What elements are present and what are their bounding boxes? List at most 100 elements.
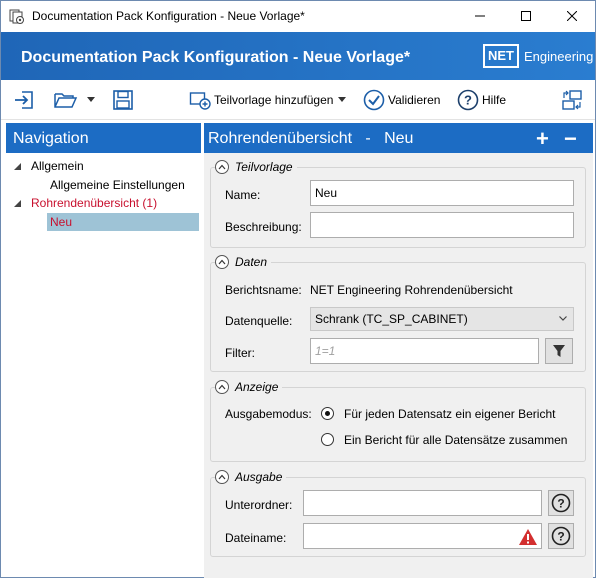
- app-icon: [9, 9, 25, 25]
- group-ausgabe: Ausgabe Unterordner: ? Dateiname: ?: [210, 469, 586, 557]
- close-icon: [567, 11, 577, 21]
- collapse-chevron-icon: [215, 160, 229, 174]
- expand-triangle-icon: [14, 163, 21, 170]
- check-circle-icon: [363, 89, 385, 111]
- report-name-label: Berichtsname:: [225, 283, 302, 297]
- group-title: Daten: [235, 255, 268, 269]
- tree-item-rohrendenuebersicht[interactable]: Rohrendenübersicht (1): [14, 194, 199, 212]
- main-header-title: Rohrendenübersicht - Neu: [208, 130, 414, 147]
- window-title: Documentation Pack Konfiguration - Neue …: [32, 9, 305, 23]
- net-engineering-logo: NET Engineering: [483, 42, 593, 70]
- tree-item-allgemein[interactable]: Allgemein: [14, 157, 199, 175]
- group-daten: Daten Berichtsname: NET Engineering Rohr…: [210, 254, 586, 372]
- svg-text:?: ?: [557, 530, 564, 544]
- output-mode-label: Ausgabemodus:: [225, 407, 312, 421]
- main-header: Rohrendenübersicht - Neu + −: [204, 123, 593, 153]
- radio-all-records[interactable]: [321, 433, 334, 446]
- validate-button[interactable]: Validieren: [363, 88, 440, 112]
- filter-button[interactable]: [545, 338, 573, 364]
- group-legend[interactable]: Daten: [215, 254, 272, 270]
- main-panel: Rohrendenübersicht - Neu + − Teilvorlage…: [204, 123, 593, 578]
- remove-button[interactable]: −: [564, 126, 577, 152]
- datasource-label: Datenquelle:: [225, 314, 293, 328]
- close-button[interactable]: [549, 1, 595, 31]
- help-icon: ?: [457, 89, 479, 111]
- add-subtemplate-label: Teilvorlage hinzufügen: [214, 93, 334, 107]
- warning-icon: [519, 529, 537, 545]
- navigation-panel: Navigation Allgemein Allgemeine Einstell…: [6, 123, 201, 574]
- title-bar: Documentation Pack Konfiguration - Neue …: [1, 1, 595, 31]
- maximize-icon: [521, 11, 531, 21]
- import-icon: [15, 91, 33, 109]
- add-button[interactable]: +: [536, 126, 549, 152]
- logo-engineering: Engineering: [524, 48, 594, 64]
- chevron-down-icon: [559, 316, 567, 321]
- filter-label: Filter:: [225, 346, 255, 360]
- radio-each-record[interactable]: [321, 407, 334, 420]
- logo-net: NET: [483, 44, 519, 68]
- tree-item-label: Allgemeine Einstellungen: [50, 178, 185, 192]
- name-label: Name:: [225, 188, 261, 202]
- help-icon: ?: [551, 493, 571, 513]
- tree-item-neu[interactable]: Neu: [47, 213, 199, 231]
- tree-item-general-settings[interactable]: Allgemeine Einstellungen: [14, 176, 199, 194]
- save-icon: [113, 90, 133, 110]
- radio-all-records-label[interactable]: Ein Bericht für alle Datensätze zusammen: [344, 433, 567, 447]
- group-teilvorlage: Teilvorlage Name: Neu Beschreibung:: [210, 159, 586, 248]
- expand-triangle-icon: [14, 200, 21, 207]
- tree-item-label: Neu: [50, 215, 73, 229]
- toolbar: Teilvorlage hinzufügen Validieren ? Hilf…: [1, 80, 595, 120]
- import-button[interactable]: [13, 88, 35, 112]
- save-button[interactable]: [112, 88, 134, 112]
- subfolder-help-button[interactable]: ?: [548, 490, 574, 516]
- folder-open-icon: [54, 93, 78, 108]
- validate-label: Validieren: [388, 93, 441, 107]
- group-title: Ausgabe: [235, 470, 283, 484]
- filter-icon: [553, 345, 565, 357]
- open-dropdown-button[interactable]: [87, 88, 95, 112]
- description-label: Beschreibung:: [225, 220, 302, 234]
- svg-text:?: ?: [464, 93, 472, 108]
- filename-label: Dateiname:: [225, 531, 287, 545]
- tree-item-label: Allgemein: [31, 159, 84, 173]
- chevron-down-icon: [87, 97, 95, 102]
- swap-icon: [562, 90, 582, 110]
- tree-item-label: Rohrendenübersicht (1): [31, 196, 158, 210]
- banner-title: Documentation Pack Konfiguration - Neue …: [21, 49, 411, 66]
- radio-each-record-label[interactable]: Für jeden Datensatz ein eigener Bericht: [344, 407, 555, 421]
- collapse-chevron-icon: [215, 255, 229, 269]
- filename-help-button[interactable]: ?: [548, 523, 574, 549]
- collapse-chevron-icon: [215, 470, 229, 484]
- subfolder-label: Unterordner:: [225, 498, 293, 512]
- description-input[interactable]: [310, 212, 574, 238]
- app-window: Documentation Pack Konfiguration - Neue …: [0, 0, 596, 578]
- add-subtemplate-button[interactable]: Teilvorlage hinzufügen: [189, 88, 347, 112]
- minimize-button[interactable]: [457, 1, 503, 31]
- navigation-header: Navigation: [6, 123, 201, 153]
- group-legend[interactable]: Ausgabe: [215, 469, 287, 485]
- filter-input[interactable]: 1=1: [310, 338, 539, 364]
- add-document-icon: [189, 92, 211, 110]
- filename-input[interactable]: [303, 523, 542, 549]
- group-legend[interactable]: Anzeige: [215, 379, 283, 395]
- datasource-select[interactable]: Schrank (TC_SP_CABINET): [310, 307, 574, 331]
- open-button[interactable]: [53, 88, 79, 112]
- subfolder-input[interactable]: [303, 490, 542, 516]
- maximize-button[interactable]: [503, 1, 549, 31]
- switch-view-button[interactable]: [561, 88, 583, 112]
- help-label: Hilfe: [482, 93, 507, 107]
- report-name-value: NET Engineering Rohrendenübersicht: [310, 283, 513, 297]
- header-banner: Documentation Pack Konfiguration - Neue …: [1, 32, 595, 80]
- help-button[interactable]: ? Hilfe: [457, 88, 506, 112]
- help-icon: ?: [551, 526, 571, 546]
- chevron-down-icon: [338, 97, 347, 102]
- collapse-chevron-icon: [215, 380, 229, 394]
- minimize-icon: [475, 15, 485, 17]
- group-title: Anzeige: [235, 380, 279, 394]
- svg-text:?: ?: [557, 497, 564, 511]
- group-anzeige: Anzeige Ausgabemodus: Für jeden Datensat…: [210, 379, 586, 462]
- name-input[interactable]: Neu: [310, 180, 574, 206]
- group-legend[interactable]: Teilvorlage: [215, 159, 297, 175]
- group-title: Teilvorlage: [235, 160, 293, 174]
- datasource-value: Schrank (TC_SP_CABINET): [315, 312, 468, 326]
